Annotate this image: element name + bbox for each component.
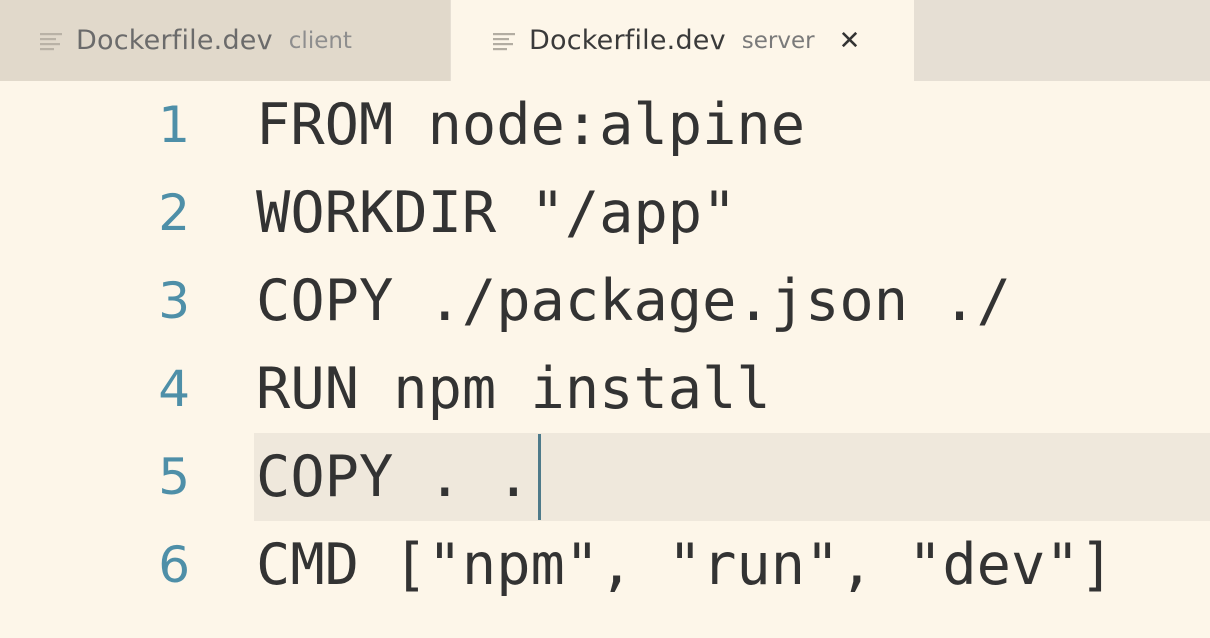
tab-title: Dockerfile.dev (76, 25, 273, 56)
text-cursor (538, 434, 541, 520)
tab-bar: Dockerfile.dev client Dockerfile.dev ser… (0, 0, 1210, 81)
code-line: 3 COPY ./package.json ./ (0, 257, 1210, 345)
line-number: 6 (158, 536, 190, 594)
file-lines-icon (40, 31, 62, 51)
code-text[interactable]: COPY . . (256, 433, 531, 521)
line-number: 4 (158, 360, 190, 418)
line-number: 3 (158, 272, 190, 330)
code-text[interactable]: RUN npm install (256, 345, 771, 433)
line-number: 2 (158, 184, 190, 242)
code-text[interactable]: FROM node:alpine (256, 81, 805, 169)
code-editor[interactable]: 1 FROM node:alpine 2 WORKDIR "/app" 3 CO… (0, 81, 1210, 638)
line-number: 5 (158, 448, 190, 506)
code-line: 6 CMD ["npm", "run", "dev"] (0, 521, 1210, 609)
line-number: 1 (158, 96, 190, 154)
code-text[interactable]: WORKDIR "/app" (256, 169, 736, 257)
code-line: 2 WORKDIR "/app" (0, 169, 1210, 257)
tab-dockerfile-client[interactable]: Dockerfile.dev client (0, 0, 450, 81)
code-text[interactable]: COPY ./package.json ./ (256, 257, 1011, 345)
file-lines-icon (493, 31, 515, 51)
code-line: 1 FROM node:alpine (0, 81, 1210, 169)
tab-dockerfile-server[interactable]: Dockerfile.dev server ✕ (451, 0, 914, 81)
close-icon[interactable]: ✕ (839, 28, 861, 54)
tab-title: Dockerfile.dev (529, 25, 726, 56)
tab-description: server (741, 27, 815, 54)
code-line: 4 RUN npm install (0, 345, 1210, 433)
code-text[interactable]: CMD ["npm", "run", "dev"] (256, 521, 1114, 609)
tab-description: client (288, 27, 352, 54)
editor-window: Dockerfile.dev client Dockerfile.dev ser… (0, 0, 1210, 638)
current-code-line: 5 COPY . . (0, 433, 1210, 521)
